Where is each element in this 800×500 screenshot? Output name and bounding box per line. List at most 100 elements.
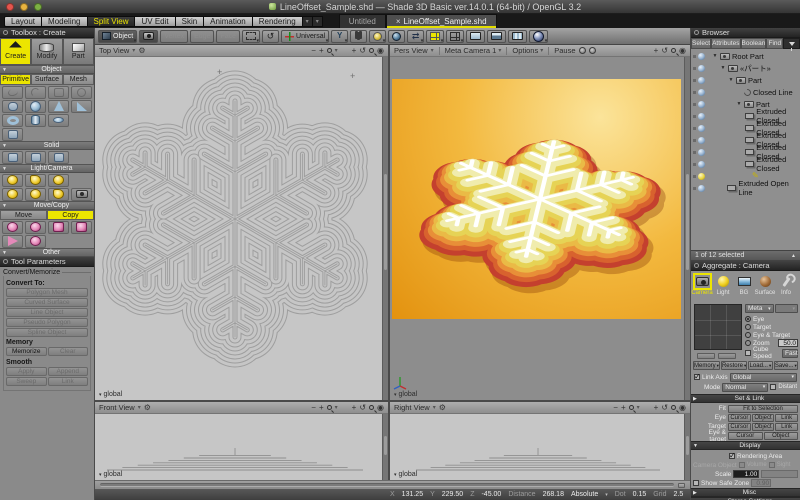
link-axis-checkbox[interactable] — [694, 374, 700, 380]
preview-button[interactable] — [718, 353, 736, 359]
smooth-link-button[interactable]: Link — [48, 377, 89, 386]
edge-mode-button[interactable]: Edge — [190, 30, 214, 43]
cone-button[interactable] — [48, 100, 69, 113]
disclosure-icon[interactable]: ▼ — [2, 143, 7, 149]
tree-row[interactable]: Closed Line — [691, 86, 800, 98]
zoom-in-icon[interactable]: + — [319, 403, 324, 413]
spot-light-button[interactable] — [25, 174, 46, 187]
collapse-icon[interactable]: ▲ — [791, 253, 796, 259]
camera-sub-dropdown[interactable]: ▾ — [775, 304, 798, 313]
target-object-button[interactable]: Object — [752, 423, 775, 431]
move-arrow-button[interactable] — [2, 235, 23, 248]
eye---target-radio[interactable] — [745, 332, 751, 338]
distant-checkbox[interactable] — [770, 384, 776, 390]
frame-view-icon[interactable]: ◉ — [377, 46, 384, 56]
magnifier-icon[interactable] — [327, 405, 332, 410]
face-mode-button[interactable]: Face — [216, 30, 240, 43]
eye-target-cursor-button[interactable]: Cursor — [728, 432, 763, 440]
visibility-toggle[interactable] — [698, 149, 705, 156]
zoom-in-icon[interactable]: + — [319, 46, 324, 56]
pan-icon[interactable]: + — [654, 403, 659, 413]
rotate-view-button[interactable]: ↺ — [262, 30, 279, 43]
pause-button[interactable]: Pause — [554, 46, 575, 55]
section-solid[interactable]: ▼ Solid — [0, 141, 94, 150]
tree-row[interactable]: ▼Part — [691, 74, 800, 86]
eye-target-object-button[interactable]: Object — [764, 432, 799, 440]
disclosure-icon[interactable]: ▼ — [2, 250, 7, 256]
visibility-toggle[interactable] — [698, 101, 705, 108]
aggregate-tab-info[interactable]: Info — [776, 273, 796, 301]
torus-button[interactable] — [2, 114, 23, 127]
scale-copy-button[interactable] — [48, 221, 69, 234]
path-light-button[interactable] — [25, 188, 46, 201]
viewport-right[interactable]: Right View▾⚙−+▾+↺◉▾global — [390, 402, 690, 480]
smooth-append-button[interactable]: Append — [48, 367, 89, 376]
eye-link-button[interactable]: Link — [775, 414, 798, 422]
pan-icon[interactable]: + — [654, 46, 659, 56]
mode-tab-rendering[interactable]: Rendering — [253, 16, 303, 27]
tool-parameters-header[interactable]: Tool Parameters — [0, 257, 94, 267]
pin-tool-button[interactable] — [350, 30, 367, 43]
close-window-button[interactable] — [6, 3, 14, 11]
aggregate-tab-bg[interactable]: BG — [734, 273, 754, 301]
camera-button[interactable] — [71, 188, 92, 201]
visibility-toggle[interactable] — [698, 185, 705, 192]
four-view-layout-button[interactable]: ▾ — [426, 30, 444, 43]
front-view-canvas[interactable] — [95, 414, 381, 480]
zoom-out-icon[interactable]: − — [311, 403, 316, 413]
cube-speed-dropdown[interactable]: Fast — [782, 349, 798, 358]
restore-button[interactable]: Restore▾ — [721, 361, 747, 370]
disclosure-icon[interactable]: ▼ — [728, 77, 734, 83]
close-tab-icon[interactable]: × — [396, 17, 401, 26]
section-light-camera[interactable]: ▼ Light/Camera — [0, 164, 94, 173]
eye-cursor-button[interactable]: Cursor — [728, 414, 751, 422]
tab-overflow-icon[interactable]: ▾ — [303, 16, 313, 27]
browser-tab-find[interactable]: Find — [766, 38, 783, 49]
visibility-toggle[interactable] — [698, 137, 705, 144]
convert-polygon-mesh-button[interactable]: Polygon Mesh — [6, 288, 88, 297]
solid-union-button[interactable] — [25, 151, 46, 164]
target-link-button[interactable]: Link — [775, 423, 798, 431]
viewport-pers[interactable]: Pers View▾Meta Camera 1▾Options▾Pause+↺◉… — [390, 45, 690, 400]
load-button[interactable]: Load...▾ — [748, 361, 772, 370]
aggregate-tab-surface[interactable]: Surface — [755, 273, 775, 301]
disk-button[interactable] — [48, 114, 69, 127]
zoom-out-icon[interactable]: − — [311, 46, 316, 56]
aggregate-tab-light[interactable]: Light — [713, 273, 733, 301]
camera-select-dropdown[interactable]: Meta▾ — [745, 304, 774, 313]
freehand-button[interactable] — [2, 86, 23, 99]
orbit-icon[interactable]: ↺ — [359, 403, 366, 413]
view-menu-icon[interactable]: ▾ — [138, 404, 141, 411]
zoom-out-icon[interactable]: − — [613, 403, 618, 413]
tree-row[interactable]: Extruded Open Line — [691, 182, 800, 194]
target-cursor-button[interactable]: Cursor — [728, 423, 751, 431]
point-light-button[interactable] — [2, 174, 23, 187]
panel-collapse-icon[interactable] — [3, 30, 8, 35]
orbit-icon[interactable]: ↺ — [661, 403, 668, 413]
pers-view-canvas[interactable] — [392, 79, 681, 319]
options-dropdown[interactable]: Options▾ — [512, 46, 543, 55]
view-menu-icon[interactable]: ▾ — [433, 404, 436, 411]
magnifier-icon[interactable] — [327, 48, 332, 53]
disclosure-icon[interactable]: ▼ — [2, 166, 7, 172]
panel-collapse-icon[interactable] — [3, 259, 8, 264]
object-tab-surface[interactable]: Surface — [31, 74, 62, 85]
document-tab[interactable]: Untitled — [339, 14, 386, 28]
convert-pseudo-polygon-button[interactable]: Pseudo Polygon — [6, 318, 88, 327]
visibility-toggle[interactable] — [698, 113, 705, 120]
link-axis-dropdown[interactable]: Global▾ — [730, 373, 797, 382]
disclosure-icon[interactable]: ▼ — [720, 65, 726, 71]
solid-box-button[interactable] — [2, 151, 23, 164]
sight-checkbox[interactable] — [769, 462, 775, 468]
rounded-cube-button[interactable] — [2, 100, 23, 113]
tree-row[interactable]: ▼«パート» — [691, 62, 800, 74]
magnifier-icon[interactable] — [671, 405, 676, 410]
view-menu-icon[interactable]: ▾ — [431, 47, 434, 54]
browser-tab-select[interactable]: Select — [691, 38, 711, 49]
camera-preview[interactable] — [694, 304, 742, 350]
zoom-menu-icon[interactable]: ▾ — [637, 404, 640, 411]
right-view-canvas[interactable] — [390, 414, 683, 480]
toolbox-header[interactable]: Toolbox : Create — [0, 28, 94, 38]
eye-object-button[interactable]: Object — [752, 414, 775, 422]
memorize-button[interactable]: Memorize — [6, 347, 47, 356]
